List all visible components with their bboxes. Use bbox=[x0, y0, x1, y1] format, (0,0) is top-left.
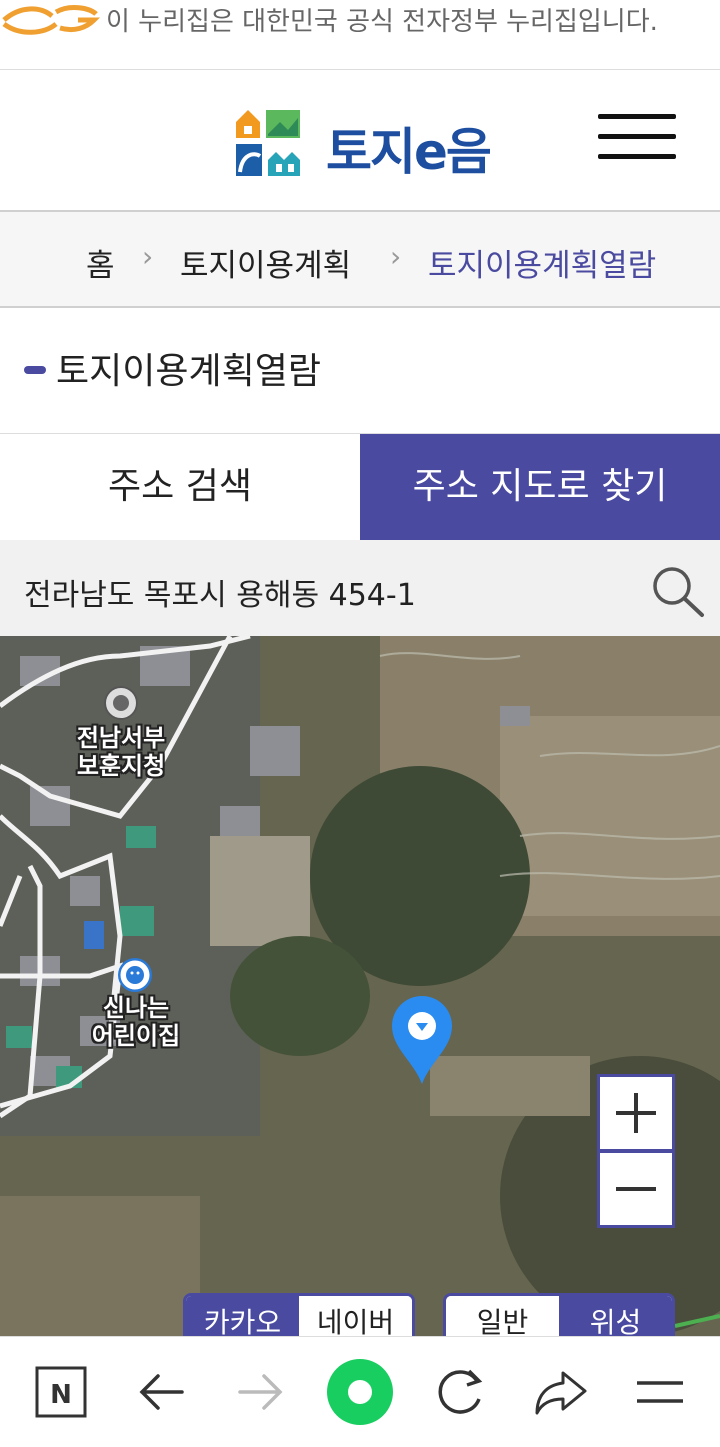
tab-map-search[interactable]: 주소 지도로 찾기 bbox=[360, 434, 720, 540]
forward-arrow-icon[interactable] bbox=[228, 1359, 294, 1425]
gov-banner: 이 누리집은 대한민국 공식 전자정부 누리집입니다. bbox=[0, 0, 720, 70]
map-provider-toggle: 카카오 네이버 bbox=[183, 1293, 415, 1336]
menu-line bbox=[598, 134, 676, 139]
site-header: 토지e음 bbox=[0, 70, 720, 212]
menu-icon[interactable] bbox=[627, 1359, 693, 1425]
menu-line bbox=[598, 154, 676, 159]
map-label-veterans-office[interactable]: 전남서부 보훈지청 bbox=[66, 724, 176, 780]
menu-line bbox=[598, 114, 676, 119]
breadcrumb-land-plan[interactable]: 토지이용계획 bbox=[180, 240, 351, 285]
address-value: 전라남도 목포시 용해동 454-1 bbox=[24, 578, 416, 613]
minus-icon bbox=[616, 1187, 656, 1191]
svg-text:N: N bbox=[50, 1380, 72, 1410]
home-green-icon[interactable] bbox=[327, 1359, 393, 1425]
page-title: 토지이용계획열람 bbox=[56, 351, 321, 392]
back-arrow-icon[interactable] bbox=[128, 1359, 194, 1425]
provider-kakao-button[interactable]: 카카오 bbox=[186, 1296, 299, 1336]
search-tabs: 주소 검색 주소 지도로 찾기 bbox=[0, 434, 720, 540]
refresh-icon[interactable] bbox=[427, 1359, 493, 1425]
map-type-satellite-button[interactable]: 위성 bbox=[559, 1296, 672, 1336]
page-title-row: 토지이용계획열람 bbox=[0, 308, 720, 434]
share-icon[interactable] bbox=[527, 1359, 593, 1425]
zoom-out-button[interactable] bbox=[600, 1153, 672, 1225]
breadcrumb-current[interactable]: 토지이용계획열람 bbox=[428, 240, 656, 285]
chevron-right-icon: › bbox=[142, 240, 154, 273]
government-office-icon[interactable] bbox=[104, 686, 138, 720]
search-icon[interactable] bbox=[648, 562, 706, 618]
naver-n-icon[interactable]: N bbox=[28, 1359, 94, 1425]
logo-text: 토지e음 bbox=[326, 123, 492, 181]
zoom-control bbox=[597, 1074, 675, 1228]
provider-naver-button[interactable]: 네이버 bbox=[299, 1296, 412, 1336]
kindergarten-icon[interactable] bbox=[118, 958, 152, 992]
map-type-toggle: 일반 위성 bbox=[443, 1293, 675, 1336]
chevron-right-icon: › bbox=[390, 240, 402, 273]
map-label-kindergarten[interactable]: 신나는 어린이집 bbox=[76, 994, 196, 1050]
title-marker bbox=[24, 366, 46, 374]
gov-banner-text: 이 누리집은 대한민국 공식 전자정부 누리집입니다. bbox=[106, 7, 658, 37]
hamburger-menu-button[interactable] bbox=[598, 112, 676, 162]
location-pin-icon bbox=[392, 996, 452, 1084]
breadcrumb-home[interactable]: 홈 bbox=[86, 240, 115, 285]
plus-icon-vertical bbox=[634, 1093, 638, 1133]
map-type-normal-button[interactable]: 일반 bbox=[446, 1296, 559, 1336]
satellite-map[interactable]: 전남서부 보훈지청 신나는 어린이집 카카오 네이버 일반 위성 bbox=[0, 636, 720, 1336]
tab-address-search[interactable]: 주소 검색 bbox=[0, 434, 360, 540]
site-logo[interactable]: 토지e음 bbox=[234, 108, 554, 181]
breadcrumb: 홈 › 토지이용계획 › 토지이용계획열람 bbox=[0, 212, 720, 308]
browser-toolbar: N bbox=[0, 1336, 720, 1447]
logo-house-icon bbox=[236, 110, 300, 176]
address-bar[interactable]: 전라남도 목포시 용해동 454-1 bbox=[0, 540, 720, 636]
zoom-in-button[interactable] bbox=[600, 1077, 672, 1149]
